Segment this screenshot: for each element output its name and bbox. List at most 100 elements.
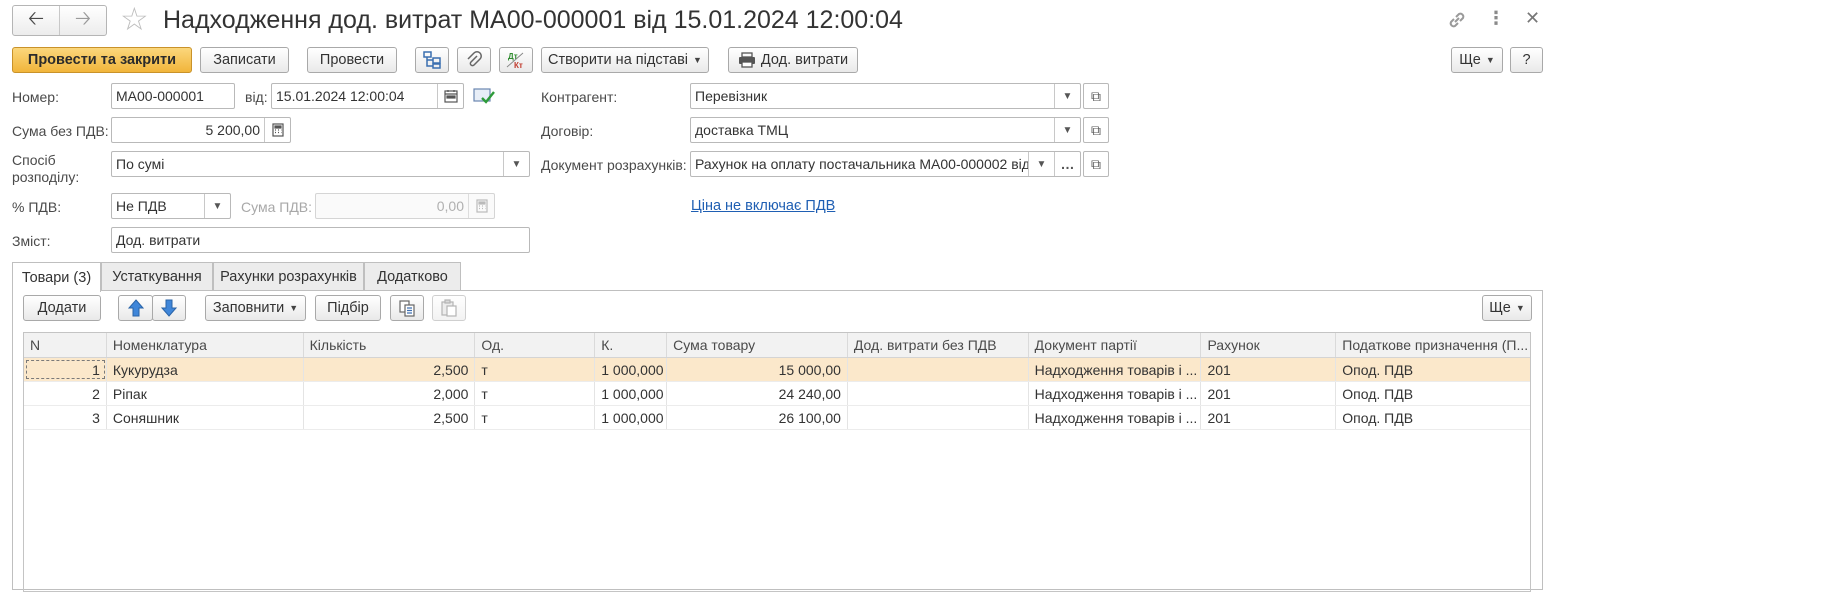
column-header[interactable]: Кількість — [304, 333, 476, 357]
copy-icon[interactable] — [390, 295, 424, 321]
settlement-document-select[interactable]: Рахунок на оплату постачальника MA00-000… — [690, 151, 1081, 177]
number-field[interactable]: MA00-000001 — [111, 83, 235, 109]
content-field[interactable]: Дод. витрати — [111, 227, 530, 253]
column-header[interactable]: Документ партії — [1029, 333, 1202, 357]
unit-cell[interactable]: т — [475, 382, 596, 405]
favorite-star-icon[interactable]: ☆ — [120, 3, 149, 35]
chevron-down-icon: ▼ — [693, 55, 702, 65]
dropdown-arrow-icon[interactable]: ▼ — [1028, 152, 1054, 176]
post-button[interactable]: Провести — [307, 47, 397, 73]
date-field[interactable]: 15.01.2024 12:00:04 — [271, 83, 464, 109]
unit-cell[interactable]: т — [475, 406, 596, 429]
batch-document-text: Надходження товарів і ... — [1034, 385, 1198, 402]
batch-document-cell[interactable]: Надходження товарів і ... — [1029, 406, 1202, 429]
column-header[interactable]: Номенклатура — [107, 333, 304, 357]
dropdown-arrow-icon[interactable]: ▼ — [1054, 84, 1080, 108]
item-cell[interactable]: Ріпак — [107, 382, 304, 405]
chevron-down-icon: ▼ — [1485, 55, 1495, 65]
calendar-icon[interactable] — [437, 84, 463, 108]
additional-costs-cell[interactable] — [848, 358, 1029, 381]
table-row[interactable]: 1 Кукурудза 2,500 т 1 000,000 15 000,00 … — [24, 358, 1530, 382]
column-header[interactable]: Рахунок — [1201, 333, 1337, 357]
debit-credit-icon[interactable]: Дт Кт — [499, 47, 533, 73]
close-icon[interactable]: ✕ — [1525, 9, 1540, 27]
sum-without-vat-value: 5 200,00 — [205, 122, 261, 138]
more-vertical-icon[interactable]: ⋮ — [1487, 9, 1505, 27]
coefficient-cell[interactable]: 1 000,000 — [595, 382, 668, 405]
sum-without-vat-label: Сума без ПДВ: — [12, 123, 109, 139]
tax-purpose-cell[interactable]: Опод. ПДВ — [1336, 406, 1530, 429]
paste-icon[interactable] — [432, 295, 466, 321]
fill-button[interactable]: Заповнити ▼ — [205, 295, 306, 321]
sum-without-vat-field[interactable]: 5 200,00 — [111, 117, 291, 143]
help-button[interactable]: ? — [1510, 47, 1543, 73]
calculator-icon[interactable] — [264, 118, 290, 142]
ellipsis-icon[interactable]: … — [1054, 152, 1080, 176]
post-and-close-button[interactable]: Провести та закрити — [12, 47, 192, 73]
coefficient-cell[interactable]: 1 000,000 — [595, 358, 668, 381]
chevron-down-icon: ▼ — [289, 303, 299, 313]
counterparty-select[interactable]: Перевізник ▼ — [690, 83, 1081, 109]
move-down-icon[interactable] — [152, 295, 186, 321]
column-header[interactable]: Податкове призначення (П... — [1336, 333, 1530, 357]
add-row-button[interactable]: Додати — [23, 295, 101, 321]
dropdown-arrow-icon[interactable]: ▼ — [1054, 118, 1080, 142]
link-icon[interactable] — [1446, 9, 1468, 35]
column-header[interactable]: N — [24, 333, 107, 357]
tab-goods[interactable]: Товари (3) — [12, 262, 101, 292]
paperclip-icon[interactable] — [457, 47, 491, 73]
back-arrow-icon[interactable]: 🡠 — [13, 6, 59, 35]
account-cell[interactable]: 201 — [1201, 382, 1337, 405]
column-header[interactable]: Од. — [475, 333, 596, 357]
quantity-cell[interactable]: 2,000 — [304, 382, 476, 405]
batch-document-cell[interactable]: Надходження товарів і ... — [1029, 382, 1202, 405]
batch-document-cell[interactable]: Надходження товарів і ... — [1029, 358, 1202, 381]
additional-costs-cell[interactable] — [848, 406, 1029, 429]
goods-sum-cell[interactable]: 26 100,00 — [667, 406, 848, 429]
goods-sum-cell[interactable]: 24 240,00 — [667, 382, 848, 405]
open-counterparty-icon[interactable]: ⧉ — [1083, 83, 1109, 109]
print-additional-costs-button[interactable]: Дод. витрати — [728, 47, 858, 73]
unit-cell[interactable]: т — [475, 358, 596, 381]
item-cell[interactable]: Соняшник — [107, 406, 304, 429]
dropdown-arrow-icon[interactable]: ▼ — [204, 194, 230, 218]
settlement-document-value: Рахунок на оплату постачальника MA00-000… — [695, 156, 1028, 172]
column-header[interactable]: Дод. витрати без ПДВ — [848, 333, 1029, 357]
additional-costs-cell[interactable] — [848, 382, 1029, 405]
distribution-method-select[interactable]: По сумі ▼ — [111, 151, 530, 177]
tab-equipment[interactable]: Устаткування — [101, 262, 213, 291]
pick-button[interactable]: Підбір — [315, 295, 381, 321]
vat-sum-field: 0,00 — [315, 193, 495, 219]
table-row[interactable]: 2 Ріпак 2,000 т 1 000,000 24 240,00 Надх… — [24, 382, 1530, 406]
tax-purpose-cell[interactable]: Опод. ПДВ — [1336, 382, 1530, 405]
quantity-cell[interactable]: 2,500 — [304, 406, 476, 429]
coefficient-cell[interactable]: 1 000,000 — [595, 406, 668, 429]
create-based-on-button[interactable]: Створити на підставі ▼ — [541, 47, 709, 73]
tab-additional[interactable]: Додатково — [364, 262, 461, 291]
tab-settlement-accounts[interactable]: Рахунки розрахунків — [213, 262, 364, 291]
date-value: 15.01.2024 12:00:04 — [276, 88, 405, 104]
goods-sum-cell[interactable]: 15 000,00 — [667, 358, 848, 381]
vat-rate-select[interactable]: Не ПДВ ▼ — [111, 193, 231, 219]
column-header[interactable]: Сума товару — [667, 333, 848, 357]
more-button[interactable]: Ще ▼ — [1451, 47, 1503, 73]
contract-select[interactable]: доставка ТМЦ ▼ — [690, 117, 1081, 143]
table-more-button[interactable]: Ще ▼ — [1482, 295, 1532, 321]
quantity-cell[interactable]: 2,500 — [304, 358, 476, 381]
table-row[interactable]: 3 Соняшник 2,500 т 1 000,000 26 100,00 Н… — [24, 406, 1530, 430]
open-contract-icon[interactable]: ⧉ — [1083, 117, 1109, 143]
column-header[interactable]: К. — [595, 333, 668, 357]
tax-purpose-cell[interactable]: Опод. ПДВ — [1336, 358, 1530, 381]
forward-arrow-icon[interactable]: 🡢 — [59, 6, 106, 35]
price-excludes-vat-link[interactable]: Ціна не включає ПДВ — [691, 198, 835, 214]
batch-document-text: Надходження товарів і ... — [1034, 361, 1198, 378]
account-cell[interactable]: 201 — [1201, 358, 1337, 381]
goods-table[interactable]: N Номенклатура Кількість Од. К. Сума тов… — [23, 332, 1531, 592]
move-up-icon[interactable] — [118, 295, 153, 321]
open-settlement-document-icon[interactable]: ⧉ — [1083, 151, 1109, 177]
account-cell[interactable]: 201 — [1201, 406, 1337, 429]
item-cell[interactable]: Кукурудза — [107, 358, 304, 381]
structure-icon[interactable] — [415, 47, 449, 73]
save-button[interactable]: Записати — [200, 47, 289, 73]
dropdown-arrow-icon[interactable]: ▼ — [503, 152, 529, 176]
